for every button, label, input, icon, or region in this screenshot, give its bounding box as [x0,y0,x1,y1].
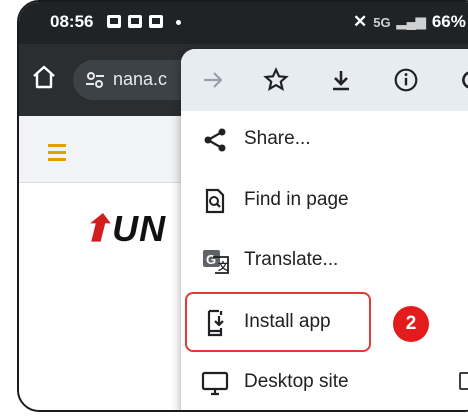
menu-item-desktop-site[interactable]: Desktop site [181,354,468,410]
notification-icons [107,15,181,28]
more-notifications-icon [176,20,181,25]
mute-icon: ✕ [353,12,368,31]
network-label: 5G [373,14,391,30]
gallery-notification-icon [107,15,121,28]
menu-item-label: Share... [244,128,311,149]
phone-frame: 08:56 ✕ 5G ▂▄▆ 66% nana.c ⬆UN Share... F… [17,0,468,412]
message-notification-icon [149,15,163,28]
menu-item-label: Find in page [244,189,349,210]
site-settings-icon[interactable] [85,70,105,95]
install-app-highlight [185,292,371,352]
svg-text:文: 文 [218,260,229,273]
step-badge: 2 [393,306,429,342]
status-time: 08:56 [50,12,94,31]
status-right: ✕ 5G ▂▄▆ 66% [353,12,468,32]
desktop-icon [201,369,229,397]
download-icon[interactable] [327,66,355,94]
translate-icon: G文 [201,247,229,275]
menu-item-share[interactable]: Share... [181,111,468,169]
logo-text: UN [112,208,167,249]
browser-menu: Share... Find in page G文 Translate... In… [181,49,468,410]
home-icon[interactable] [31,64,57,95]
info-icon[interactable] [392,66,420,94]
svg-text:G: G [206,252,216,267]
status-bar: 08:56 ✕ 5G ▂▄▆ 66% [19,2,468,44]
refresh-icon[interactable] [457,66,468,94]
menu-item-label: Desktop site [244,371,349,392]
menu-item-translate[interactable]: G文 Translate... [181,232,468,290]
signal-icon: ▂▄▆ [396,14,426,29]
menu-item-label: Translate... [244,249,339,270]
star-icon[interactable] [262,66,290,94]
url-text: nana.c [113,69,168,89]
logo-arrow-icon: ⬆ [81,208,113,249]
forward-icon[interactable] [199,66,227,94]
battery-percent: 66% [431,12,466,31]
app-notification-icon [128,15,142,28]
site-logo: ⬆UN [81,208,166,250]
find-in-page-icon [201,187,229,215]
menu-item-find-in-page[interactable]: Find in page [181,172,468,230]
menu-icon-row [181,49,468,111]
desktop-site-checkbox[interactable] [459,372,468,390]
hamburger-menu-icon[interactable] [48,144,66,165]
share-icon [201,126,229,154]
